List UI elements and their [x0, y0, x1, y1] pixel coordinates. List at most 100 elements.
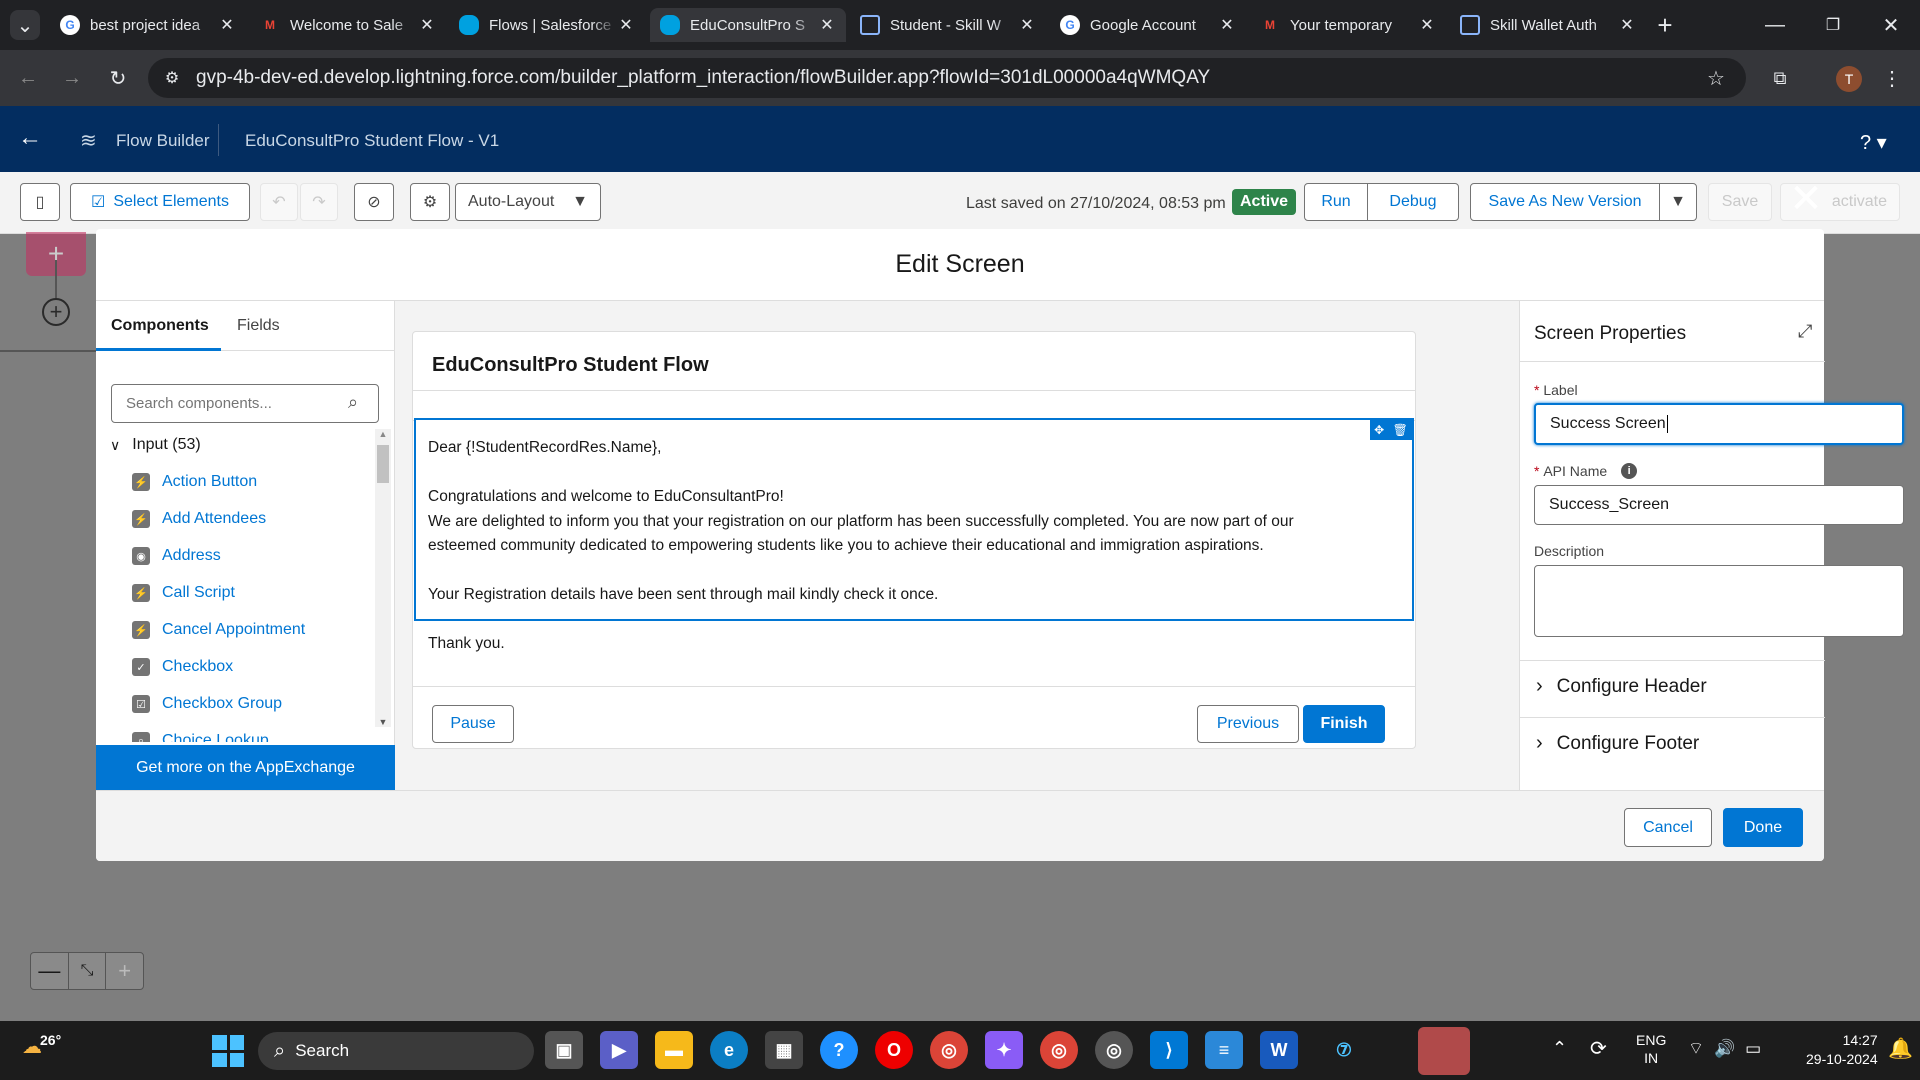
restore-icon[interactable]: ❐: [1818, 10, 1848, 40]
new-tab-icon[interactable]: +: [1650, 10, 1680, 40]
appexchange-link[interactable]: Get more on the AppExchange: [96, 745, 395, 790]
opera-icon[interactable]: O: [875, 1031, 913, 1069]
help-app-icon[interactable]: ?: [820, 1031, 858, 1069]
run-button[interactable]: Run: [1304, 183, 1368, 221]
teams-icon[interactable]: ▶: [600, 1031, 638, 1069]
chrome-icon[interactable]: ◎: [930, 1031, 968, 1069]
file-explorer-icon[interactable]: ▬: [655, 1031, 693, 1069]
toggle-panel-button[interactable]: ▯: [20, 183, 60, 221]
settings-button[interactable]: ⚙: [410, 183, 450, 221]
site-info-icon[interactable]: ⚙: [160, 66, 184, 90]
windows-start-icon[interactable]: [212, 1035, 244, 1067]
error-check-button[interactable]: ⊘: [354, 183, 394, 221]
close-icon[interactable]: ✕: [1018, 15, 1036, 35]
api-name-input[interactable]: Success_Screen: [1534, 485, 1904, 525]
close-icon[interactable]: ✕: [418, 15, 436, 35]
browser-tab[interactable]: M Your temporary ✕: [1250, 8, 1446, 42]
scroll-up-icon[interactable]: ▲: [375, 429, 391, 439]
word-icon[interactable]: W: [1260, 1031, 1298, 1069]
display-text-component[interactable]: ✥ 🗑 Dear {!StudentRecordRes.Name}, Congra…: [414, 418, 1414, 652]
clock[interactable]: 14:27 29-10-2024: [1806, 1031, 1878, 1069]
menu-icon[interactable]: ⋮: [1880, 62, 1904, 94]
finish-button[interactable]: Finish: [1303, 705, 1385, 743]
component-item[interactable]: ◉ Address: [132, 547, 221, 565]
reload-icon[interactable]: ↻: [102, 62, 134, 94]
browser-tab[interactable]: M Welcome to Sale ✕: [250, 8, 446, 42]
configure-header-section[interactable]: › Configure Header: [1536, 675, 1707, 698]
browser-tab-active[interactable]: EduConsultPro S ✕: [650, 8, 846, 42]
scrollbar-thumb[interactable]: [377, 445, 389, 483]
component-item[interactable]: ⌕ Choice Lookup: [132, 732, 269, 742]
taskbar-search[interactable]: ⌕ Search: [258, 1032, 534, 1070]
search-components-input[interactable]: [111, 384, 379, 423]
delete-icon[interactable]: 🗑: [1393, 423, 1408, 437]
fit-view-icon[interactable]: ⤡: [69, 953, 107, 989]
save-menu-button[interactable]: ▼: [1659, 183, 1697, 221]
modal-close-icon[interactable]: ✕: [1786, 179, 1826, 219]
chrome-active-icon[interactable]: ◎: [1095, 1031, 1133, 1069]
address-bar[interactable]: gvp-4b-dev-ed.develop.lightning.force.co…: [148, 58, 1746, 98]
notifications-icon[interactable]: 🔔: [1888, 1036, 1913, 1061]
close-icon[interactable]: ✕: [1418, 15, 1436, 35]
browser-tab[interactable]: Skill Wallet Auth ✕: [1450, 8, 1646, 42]
minimize-icon[interactable]: —: [1760, 10, 1790, 40]
language-indicator[interactable]: ENG IN: [1636, 1031, 1666, 1067]
component-item[interactable]: ⚡ Action Button: [132, 473, 257, 491]
label-input[interactable]: Success Screen: [1534, 403, 1904, 445]
redo-button[interactable]: ↷: [300, 183, 338, 221]
window-close-icon[interactable]: ✕: [1876, 10, 1906, 40]
scroll-down-icon[interactable]: ▼: [375, 717, 391, 727]
edge-icon[interactable]: e: [710, 1031, 748, 1069]
close-icon[interactable]: ✕: [218, 15, 236, 35]
info-icon[interactable]: i: [1621, 463, 1638, 479]
notification-badge-icon[interactable]: ⑦: [1325, 1031, 1363, 1069]
close-icon[interactable]: ✕: [818, 15, 836, 35]
browser-tab[interactable]: Student - Skill W ✕: [850, 8, 1046, 42]
pause-button[interactable]: Pause: [432, 705, 514, 743]
weather-icon[interactable]: ☁: [22, 1034, 42, 1059]
browser-tab[interactable]: G Google Account ✕: [1050, 8, 1246, 42]
save-button[interactable]: Save: [1708, 183, 1772, 221]
component-item[interactable]: ✓ Checkbox: [132, 658, 233, 676]
chrome-profile-icon[interactable]: ◎: [1040, 1031, 1078, 1069]
back-icon[interactable]: ←: [12, 62, 44, 94]
back-arrow-icon[interactable]: ←: [18, 124, 42, 152]
input-section-header[interactable]: ∨ Input (53): [110, 436, 201, 454]
vscode-icon[interactable]: ⟩: [1150, 1031, 1188, 1069]
close-icon[interactable]: ✕: [1218, 15, 1236, 35]
expand-icon[interactable]: ⤢: [1798, 321, 1812, 342]
wifi-volume-battery-icons[interactable]: ⌔🔊▭: [1688, 1038, 1771, 1059]
help-icon[interactable]: ? ▾: [1860, 130, 1887, 155]
extensions-icon[interactable]: ⧉: [1764, 62, 1796, 94]
layout-select[interactable]: Auto-Layout ▼: [455, 183, 601, 221]
bookmark-star-icon[interactable]: ☆: [1700, 62, 1732, 94]
sync-icon[interactable]: ⟳: [1590, 1036, 1607, 1061]
move-icon[interactable]: ✥: [1374, 423, 1384, 437]
previous-button[interactable]: Previous: [1197, 705, 1299, 743]
tab-search-icon[interactable]: ⌄: [10, 10, 40, 40]
close-icon[interactable]: ✕: [1618, 15, 1636, 35]
save-as-new-version-button[interactable]: Save As New Version: [1470, 183, 1660, 221]
task-view-icon[interactable]: ▣: [545, 1031, 583, 1069]
configure-footer-section[interactable]: › Configure Footer: [1536, 732, 1699, 755]
profile-avatar[interactable]: T: [1836, 66, 1862, 92]
done-button[interactable]: Done: [1723, 808, 1803, 847]
zoom-in-icon[interactable]: +: [106, 953, 143, 989]
component-item[interactable]: ☑ Checkbox Group: [132, 695, 282, 713]
store-icon[interactable]: ▦: [765, 1031, 803, 1069]
tab-components[interactable]: Components: [111, 317, 209, 335]
component-item[interactable]: ⚡ Call Script: [132, 584, 235, 602]
tab-fields[interactable]: Fields: [237, 317, 280, 335]
select-elements-button[interactable]: ☑ Select Elements: [70, 183, 250, 221]
cancel-button[interactable]: Cancel: [1624, 808, 1712, 847]
close-icon[interactable]: ✕: [617, 15, 635, 35]
forward-icon[interactable]: →: [56, 62, 88, 94]
copilot-icon[interactable]: ✦: [985, 1031, 1023, 1069]
scrollbar[interactable]: ▲ ▼: [375, 429, 391, 727]
app-thumbnail[interactable]: [1418, 1027, 1470, 1075]
undo-button[interactable]: ↶: [260, 183, 298, 221]
zoom-out-icon[interactable]: —: [31, 953, 69, 989]
component-item[interactable]: ⚡ Cancel Appointment: [132, 621, 305, 639]
notepad-icon[interactable]: ≡: [1205, 1031, 1243, 1069]
tray-chevron-icon[interactable]: ⌃: [1552, 1038, 1567, 1059]
